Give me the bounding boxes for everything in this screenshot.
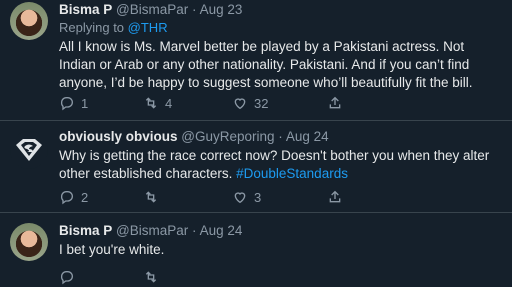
avatar[interactable]: [10, 131, 48, 169]
retweet-icon: [145, 97, 157, 109]
retweet-count: 4: [165, 95, 173, 111]
hashtag-link[interactable]: #DoubleStandards: [236, 166, 348, 181]
tweet-text: All I know is Ms. Marvel better be playe…: [59, 39, 473, 90]
share-button[interactable]: [327, 95, 343, 111]
reply-icon: [60, 191, 73, 205]
separator: ·: [192, 223, 197, 238]
avatar[interactable]: [10, 223, 48, 261]
retweet-icon: [145, 271, 157, 283]
author-handle[interactable]: @GuyReporing: [181, 129, 274, 144]
like-count: 3: [254, 189, 262, 205]
like-count: 32: [254, 95, 269, 111]
tweet-date[interactable]: Aug 24: [286, 129, 329, 144]
tweet-date[interactable]: Aug 23: [200, 2, 243, 17]
share-icon: [329, 96, 341, 109]
replying-prefix: Replying to: [59, 20, 125, 35]
retweet-button[interactable]: [143, 269, 159, 285]
retweet-button[interactable]: 4: [143, 95, 172, 111]
like-button[interactable]: 32: [232, 95, 268, 111]
reply-icon: [60, 271, 73, 285]
reply-count: 2: [81, 189, 89, 205]
tweet-actions: [59, 269, 499, 287]
heart-icon: [234, 98, 246, 110]
superman-logo-icon: [16, 139, 42, 161]
tweet-text: Why is getting the race correct now? Doe…: [59, 147, 502, 183]
author-name[interactable]: obviously obvious: [59, 129, 178, 144]
reply-button[interactable]: [59, 269, 75, 285]
reply-button[interactable]: 2: [59, 189, 88, 205]
tweet-header: Bisma P @BismaPar · Aug 24: [59, 223, 502, 239]
retweet-button[interactable]: [143, 189, 165, 205]
author-name[interactable]: Bisma P: [59, 2, 112, 17]
heart-icon: [234, 192, 246, 204]
tweet-actions: 1 4 32: [59, 95, 499, 113]
avatar[interactable]: [10, 2, 48, 40]
tweet[interactable]: Bisma P @BismaPar · Aug 23 Replying to @…: [0, 0, 512, 118]
retweet-icon: [145, 191, 157, 203]
tweet-header: obviously obvious @GuyReporing · Aug 24: [59, 129, 502, 145]
tweet-actions: 2 3: [59, 189, 499, 207]
tweet-date[interactable]: Aug 24: [200, 223, 243, 238]
share-button[interactable]: [327, 189, 343, 205]
separator: ·: [192, 2, 197, 17]
tweet[interactable]: obviously obvious @GuyReporing · Aug 24 …: [0, 121, 512, 211]
tweet[interactable]: Bisma P @BismaPar · Aug 24 I bet you're …: [0, 213, 512, 285]
separator: ·: [278, 129, 283, 144]
replying-to: Replying to @THR: [59, 20, 502, 36]
tweet-text: I bet you're white.: [59, 242, 165, 257]
reply-button[interactable]: 1: [59, 95, 88, 111]
tweet-header: Bisma P @BismaPar · Aug 23: [59, 2, 502, 18]
like-button[interactable]: 3: [232, 189, 261, 205]
author-name[interactable]: Bisma P: [59, 223, 112, 238]
replying-mention[interactable]: @THR: [128, 20, 168, 35]
author-handle[interactable]: @BismaPar: [116, 2, 188, 17]
author-handle[interactable]: @BismaPar: [116, 223, 188, 238]
reply-count: 1: [81, 95, 89, 111]
reply-icon: [60, 97, 73, 111]
share-icon: [329, 190, 341, 203]
